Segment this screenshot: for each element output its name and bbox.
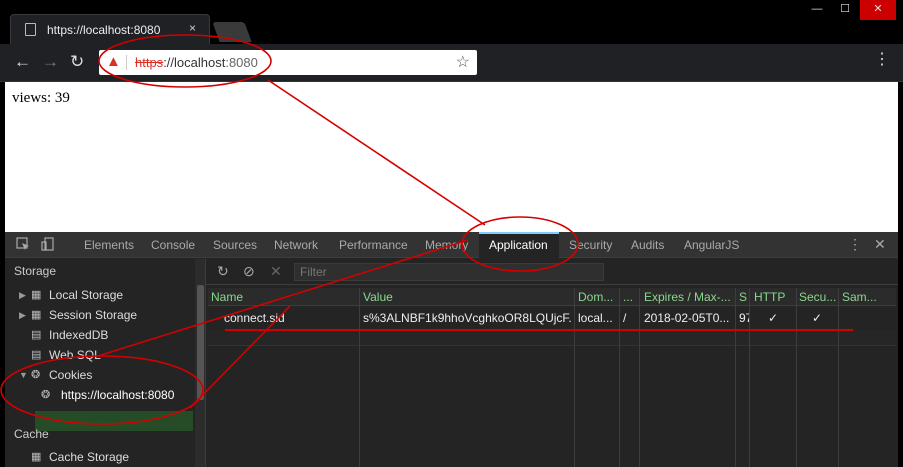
cookie-icon: ❂: [41, 389, 51, 401]
page-views-text: views: 39: [12, 90, 70, 106]
tab-close-icon[interactable]: ×: [189, 21, 196, 35]
tab-audits[interactable]: Audits: [631, 238, 664, 252]
expand-arrow-icon[interactable]: ▶: [19, 305, 26, 325]
column-header-secure[interactable]: Secu...: [799, 288, 836, 306]
tab-title: https://localhost:8080: [47, 23, 161, 37]
warning-triangle-icon[interactable]: ▲: [106, 53, 121, 70]
close-window-button[interactable]: ✕: [860, 0, 896, 20]
table-row-empty: [208, 330, 896, 346]
tab-application[interactable]: Application: [489, 238, 548, 252]
tab-network[interactable]: Network: [274, 238, 318, 252]
column-header-path[interactable]: ...: [623, 288, 637, 306]
storage-grid-icon: ▦: [31, 309, 42, 321]
browser-tab[interactable]: https://localhost:8080 ×: [10, 14, 210, 44]
column-divider: [639, 288, 640, 467]
column-header-http[interactable]: HTTP: [754, 288, 794, 306]
scrollbar-thumb[interactable]: [197, 285, 204, 400]
minimize-button[interactable]: —: [804, 0, 830, 20]
devtools-panel: Elements Console Sources Network Perform…: [5, 232, 898, 467]
cookie-size-cell[interactable]: 97: [739, 307, 749, 330]
database-icon: ▤: [31, 329, 42, 341]
device-toggle-icon[interactable]: [41, 237, 55, 251]
bookmark-star-icon[interactable]: ☆: [456, 52, 470, 72]
cookie-icon: ❂: [31, 369, 41, 381]
cookie-expires-cell[interactable]: 2018-02-05T0...: [644, 307, 734, 330]
title-bar: https://localhost:8080 × — ☐ ✕: [0, 0, 903, 44]
reload-button[interactable]: ↻: [70, 52, 84, 72]
storage-grid-icon: ▦: [31, 289, 42, 301]
devtools-close-icon[interactable]: ✕: [874, 236, 886, 253]
column-header-expires[interactable]: Expires / Max-...: [644, 288, 734, 306]
clear-all-icon[interactable]: ⊘: [243, 263, 255, 280]
tab-security[interactable]: Security: [569, 238, 612, 252]
address-separator: [126, 55, 127, 70]
column-divider: [619, 288, 620, 467]
collapse-arrow-icon[interactable]: ▼: [19, 365, 28, 385]
refresh-icon[interactable]: ↻: [217, 263, 229, 280]
cookies-panel: ↻ ⊘ ✕ Name Value Dom... ... Expires / Ma: [206, 259, 898, 467]
selected-item-highlight: [35, 411, 193, 431]
tab-elements[interactable]: Elements: [84, 238, 134, 252]
new-tab-button[interactable]: [212, 22, 252, 42]
tab-performance[interactable]: Performance: [339, 238, 408, 252]
page-icon: [25, 23, 36, 36]
cache-heading: Cache: [14, 427, 49, 441]
column-divider: [735, 288, 736, 467]
cookie-toolbar: ↻ ⊘ ✕: [206, 259, 898, 285]
tab-sources[interactable]: Sources: [213, 238, 257, 252]
expand-arrow-icon[interactable]: ▶: [19, 285, 26, 305]
storage-heading: Storage: [14, 264, 57, 278]
back-button[interactable]: ←: [14, 52, 31, 72]
filter-input[interactable]: [294, 263, 604, 281]
column-divider: [838, 288, 839, 467]
cookie-name-cell[interactable]: connect.sid: [224, 307, 358, 330]
devtools-menu-icon[interactable]: ⋮: [848, 236, 862, 253]
cookie-path-cell[interactable]: /: [623, 307, 637, 330]
browser-menu-icon[interactable]: ⋮: [874, 52, 890, 68]
maximize-button[interactable]: ☐: [832, 0, 858, 20]
inspect-element-icon[interactable]: [16, 237, 30, 251]
devtools-tabbar: Elements Console Sources Network Perform…: [5, 232, 898, 258]
cookie-samesite-cell[interactable]: [842, 307, 894, 330]
cookies-table: Name Value Dom... ... Expires / Max-... …: [208, 288, 896, 467]
table-empty-area: [208, 346, 896, 467]
column-divider: [749, 288, 750, 467]
tab-console[interactable]: Console: [151, 238, 195, 252]
column-header-samesite[interactable]: Sam...: [842, 288, 894, 306]
column-divider: [359, 288, 360, 467]
sidebar-scrollbar[interactable]: [195, 259, 205, 467]
database-icon: ▤: [31, 349, 42, 361]
cookie-http-cell[interactable]: ✓: [768, 307, 792, 330]
column-header-size[interactable]: S: [739, 288, 749, 306]
column-divider: [796, 288, 797, 467]
cookie-value-cell[interactable]: s%3ALNBF1k9hhoVcghkoOR8LQUjcF...: [363, 307, 572, 330]
column-header-domain[interactable]: Dom...: [578, 288, 617, 306]
column-header-name[interactable]: Name: [211, 288, 357, 306]
address-url[interactable]: https://localhost:8080: [135, 55, 258, 70]
cookie-secure-cell[interactable]: ✓: [812, 307, 834, 330]
cookie-domain-cell[interactable]: local...: [578, 307, 617, 330]
column-divider: [574, 288, 575, 467]
delete-selected-icon[interactable]: ✕: [270, 263, 282, 280]
application-sidebar: Storage ▶ ▦ Local Storage ▶ ▦ Session St…: [5, 259, 205, 467]
tab-memory[interactable]: Memory: [425, 238, 468, 252]
column-header-value[interactable]: Value: [363, 288, 572, 306]
page-viewport: views: 39: [5, 82, 898, 232]
storage-grid-icon: ▦: [31, 451, 42, 463]
forward-button[interactable]: →: [42, 52, 59, 72]
address-bar[interactable]: ▲ https://localhost:8080 ☆: [99, 50, 477, 75]
tab-angularjs[interactable]: AngularJS: [684, 238, 739, 252]
